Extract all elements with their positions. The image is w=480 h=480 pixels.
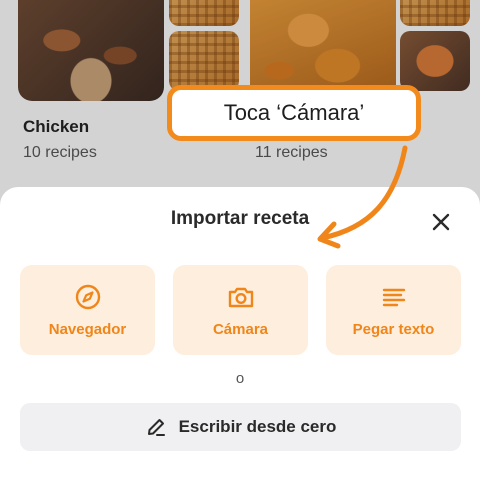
compass-icon xyxy=(75,284,100,309)
collection-thumb-photo xyxy=(169,0,239,26)
collection-count: 10 recipes xyxy=(23,144,97,161)
close-icon xyxy=(432,213,450,231)
or-separator: o xyxy=(235,370,245,387)
browser-option-label: Navegador xyxy=(48,320,127,338)
collection-cover-photo xyxy=(18,0,164,101)
browser-option-button[interactable]: Navegador xyxy=(20,265,155,355)
write-from-scratch-button[interactable]: Escribir desde cero xyxy=(20,403,461,451)
camera-option-button[interactable]: Cámara xyxy=(173,265,308,355)
camera-option-label: Cámara xyxy=(212,320,269,338)
collection-thumb-photo xyxy=(169,31,239,91)
callout-arrow-icon xyxy=(317,145,408,249)
collection-thumb-photo xyxy=(400,0,470,26)
collection-title: Chicken xyxy=(23,117,90,136)
paste-text-option-label: Pegar texto xyxy=(352,320,435,338)
pencil-icon xyxy=(147,419,165,436)
close-button[interactable] xyxy=(426,207,456,237)
write-from-scratch-label: Escribir desde cero xyxy=(178,417,337,436)
collection-thumb-photo xyxy=(400,31,470,91)
text-lines-icon xyxy=(382,288,405,306)
tutorial-callout: Toca ‘Cámara’ xyxy=(167,85,421,141)
paste-text-option-button[interactable]: Pegar texto xyxy=(326,265,461,355)
callout-text: Toca ‘Cámara’ xyxy=(223,100,365,125)
camera-icon xyxy=(228,287,253,307)
